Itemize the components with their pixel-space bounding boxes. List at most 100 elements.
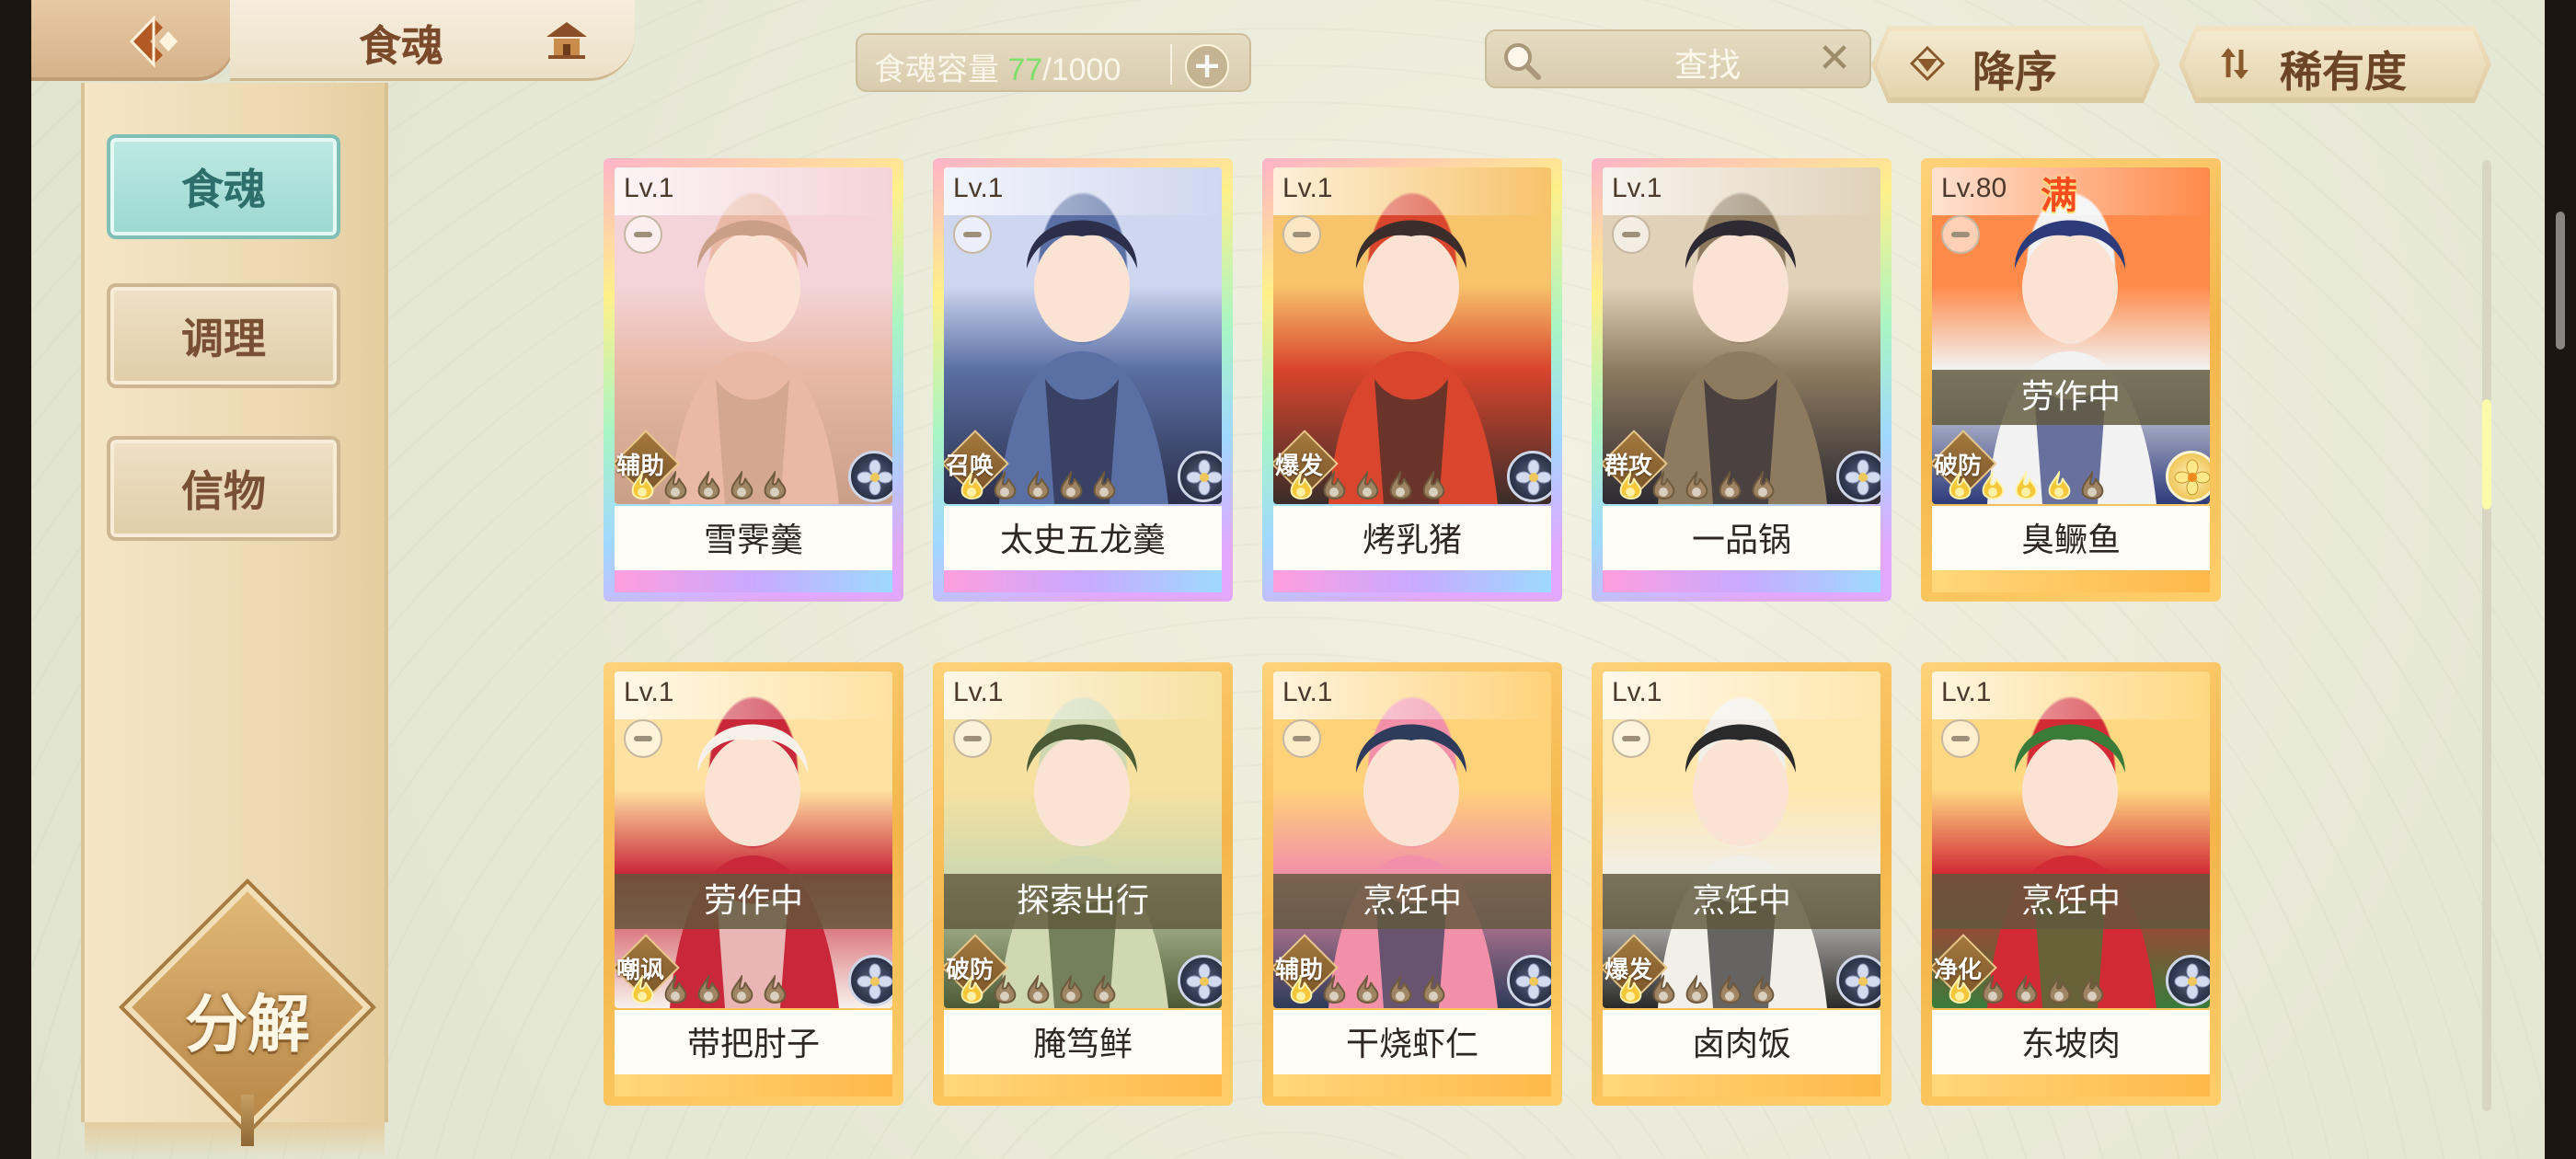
search-input[interactable]: 查找 (1625, 39, 1790, 86)
max-level-badge: 满 (2041, 174, 2077, 217)
flame-star-icon (1093, 975, 1116, 1004)
food-soul-name: 臭鳜鱼 (2020, 522, 2121, 559)
character-portrait: Lv.1 烹饪中 净化 (1932, 671, 2210, 1008)
sidebar-item-food-souls[interactable]: 食魂 (107, 134, 340, 239)
level-label: Lv.80 (1941, 173, 2007, 203)
capacity-current: 77 (1007, 52, 1043, 87)
food-soul-card[interactable]: Lv.1 爆发 烤乳猪 (1262, 158, 1562, 602)
flame-star-icon (697, 471, 720, 499)
back-button[interactable] (121, 13, 190, 70)
flame-star-icon (960, 471, 983, 499)
search-icon (1504, 43, 1541, 80)
rarity-strip (1273, 1074, 1551, 1096)
level-label: Lv.1 (1282, 173, 1333, 203)
level-label: Lv.1 (1612, 677, 1662, 707)
food-soul-card[interactable]: Lv.1 群攻 一品锅 (1592, 158, 1892, 602)
flame-star-icon (960, 975, 983, 1004)
sort-order-label: 降序 (1972, 47, 2057, 97)
bowl-icon (953, 215, 992, 254)
bowl-icon (953, 719, 992, 758)
element-emblem (2166, 955, 2210, 1006)
food-soul-card[interactable]: Lv.80 满 劳作中 破防 臭鳜鱼 (1921, 158, 2221, 602)
flower-icon (2174, 963, 2210, 1000)
bowl-icon (1282, 215, 1321, 254)
nameplate: 太史五龙羹 (944, 506, 1222, 570)
flame-star-icon (2048, 471, 2071, 499)
flame-star-icon (1422, 975, 1445, 1004)
nameplate: 腌笃鲜 (944, 1010, 1222, 1074)
level-label: Lv.1 (1941, 677, 1992, 707)
bowl-icon (1612, 719, 1650, 758)
bowl-icon (1941, 215, 1980, 254)
flame-star-icon (1356, 975, 1379, 1004)
decompose-label[interactable]: 分解 (160, 973, 335, 1064)
flame-star-icon (1290, 471, 1313, 499)
food-soul-card[interactable]: Lv.1 烹饪中 爆发 卤肉饭 (1592, 662, 1892, 1106)
character-portrait: Lv.1 劳作中 嘲讽 (615, 671, 892, 1008)
flame-star-icon (664, 975, 687, 1004)
flame-star-icon (1027, 975, 1050, 1004)
flame-star-icon (1619, 471, 1642, 499)
flame-star-icon (764, 471, 787, 499)
flame-star-icon (1949, 975, 1972, 1004)
food-soul-name: 腌笃鲜 (1032, 1026, 1133, 1063)
rarity-strip (1932, 570, 2210, 592)
sidebar-item-tokens[interactable]: 信物 (107, 436, 340, 541)
sidebar-item-conditioning[interactable]: 调理 (107, 283, 340, 388)
scrollbar[interactable] (2482, 160, 2491, 1111)
flame-star-icon (2081, 975, 2104, 1004)
bowl-icon (1941, 719, 1980, 758)
rarity-strip (615, 1074, 892, 1096)
scrollbar-thumb[interactable] (2482, 399, 2491, 510)
bowl-icon (624, 215, 662, 254)
pavilion-icon[interactable] (543, 17, 591, 64)
flame-star-icon (1619, 975, 1642, 1004)
flower-icon (1186, 963, 1222, 1000)
flower-icon (857, 963, 892, 1000)
character-portrait: Lv.1 烹饪中 辅助 (1273, 671, 1551, 1008)
flame-star-icon (1685, 471, 1708, 499)
star-rating (627, 975, 789, 1008)
flame-star-icon (1060, 975, 1083, 1004)
search-clear-button[interactable]: ✕ (1811, 35, 1858, 83)
food-soul-card[interactable]: Lv.1 辅助 雪霁羹 (604, 158, 903, 602)
element-emblem (1507, 451, 1551, 502)
food-soul-card[interactable]: Lv.1 烹饪中 辅助 干烧虾仁 (1262, 662, 1562, 1106)
status-banner: 烹饪中 (1273, 874, 1551, 929)
food-soul-name: 雪霁羹 (703, 522, 803, 559)
character-portrait: Lv.1 召唤 (944, 167, 1222, 504)
star-rating (1286, 471, 1448, 504)
character-portrait: Lv.1 辅助 (615, 167, 892, 504)
level-label: Lv.1 (624, 677, 674, 707)
sort-key-button[interactable]: 稀有度 (2179, 26, 2491, 103)
food-soul-card[interactable]: Lv.1 探索出行 破防 腌笃鲜 (933, 662, 1233, 1106)
rarity-strip (1603, 1074, 1880, 1096)
rarity-strip (1273, 570, 1551, 592)
capacity-label: 食魂容量 (874, 52, 999, 87)
flame-star-icon (2015, 975, 2038, 1004)
star-rating (957, 975, 1119, 1008)
capacity-max: /1000 (1042, 52, 1121, 87)
level-label: Lv.1 (953, 173, 1004, 203)
search-box[interactable]: 查找 ✕ (1485, 29, 1871, 88)
flame-star-icon (1323, 975, 1346, 1004)
capacity-add-button[interactable]: + (1185, 44, 1229, 88)
bowl-icon (1612, 215, 1650, 254)
star-rating (1616, 975, 1777, 1008)
flower-icon (1845, 963, 1880, 1000)
food-soul-card[interactable]: Lv.1 烹饪中 净化 东坡肉 (1921, 662, 2221, 1106)
nameplate: 干烧虾仁 (1273, 1010, 1551, 1074)
rarity-strip (615, 570, 892, 592)
capacity-panel: 食魂容量 77/1000 + (856, 33, 1251, 92)
element-emblem (1178, 451, 1222, 502)
sort-key-label: 稀有度 (2280, 47, 2407, 97)
flame-star-icon (730, 975, 753, 1004)
food-soul-card[interactable]: Lv.1 劳作中 嘲讽 带把肘子 (604, 662, 903, 1106)
food-soul-card[interactable]: Lv.1 召唤 太史五龙羹 (933, 158, 1233, 602)
element-emblem (1836, 451, 1880, 502)
rarity-strip (1932, 1074, 2210, 1096)
character-portrait: Lv.1 烹饪中 爆发 (1603, 671, 1880, 1008)
sort-order-button[interactable]: 降序 (1871, 26, 2160, 103)
element-emblem (1178, 955, 1222, 1006)
flower-icon (1515, 459, 1551, 496)
